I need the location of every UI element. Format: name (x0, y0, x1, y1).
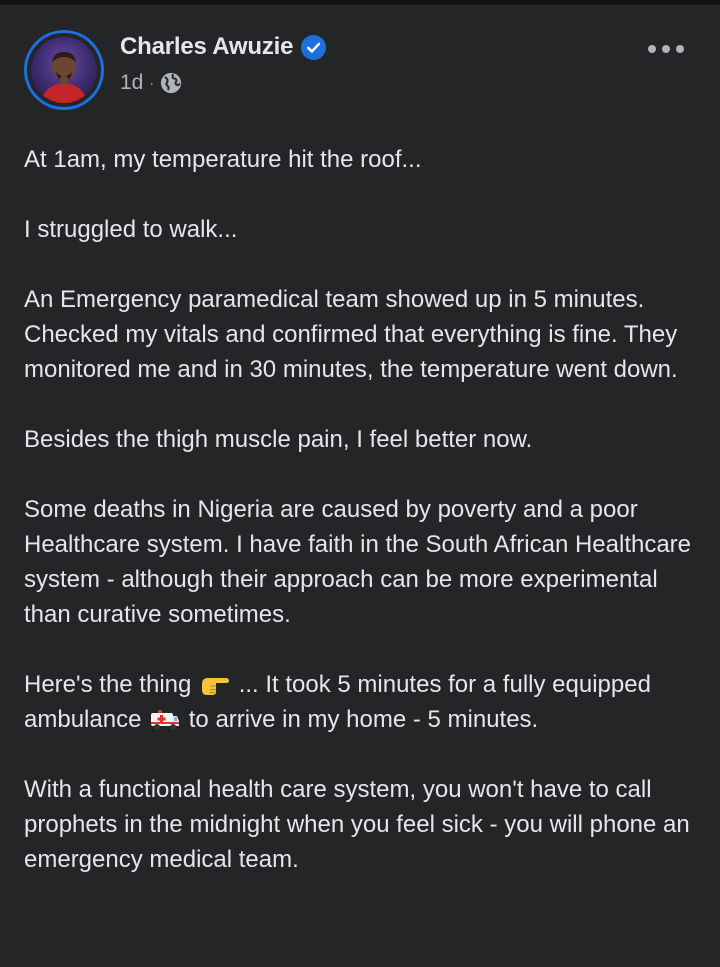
post-header: Charles Awuzie 1d · (0, 5, 720, 115)
meta-separator: · (149, 75, 155, 91)
post-text: to arrive in my home - 5 minutes. (188, 706, 539, 733)
post-paragraph: Besides the thigh muscle pain, I feel be… (24, 426, 533, 453)
author-name[interactable]: Charles Awuzie (120, 33, 293, 61)
post-paragraph: Here's the thing ... It took 5 minutes f… (24, 667, 700, 737)
post-text: Here's the thing (24, 671, 192, 698)
verified-badge-icon (301, 34, 327, 60)
post-paragraph: Some deaths in Nigeria are caused by pov… (24, 496, 692, 628)
post-paragraph: At 1am, my temperature hit the roof... (24, 146, 422, 173)
more-dot (662, 45, 670, 53)
post-card: Charles Awuzie 1d · At 1am, my temperatu… (0, 5, 720, 967)
more-dot (648, 45, 656, 53)
pointing-right-emoji (202, 677, 230, 695)
more-options-icon[interactable] (648, 39, 684, 59)
author-row: Charles Awuzie (120, 33, 327, 61)
post-timestamp[interactable]: 1d (120, 71, 143, 95)
post-paragraph: An Emergency paramedical team showed up … (24, 286, 678, 383)
profile-photo (31, 37, 97, 103)
post-body: At 1am, my temperature hit the roof... I… (24, 142, 700, 912)
avatar[interactable] (24, 30, 104, 110)
post-meta: 1d · (120, 71, 182, 95)
ambulance-emoji (151, 709, 180, 730)
post-paragraph: With a functional health care system, yo… (24, 776, 690, 873)
more-dot (676, 45, 684, 53)
post-paragraph: I struggled to walk... (24, 216, 238, 243)
globe-icon[interactable] (160, 72, 182, 94)
